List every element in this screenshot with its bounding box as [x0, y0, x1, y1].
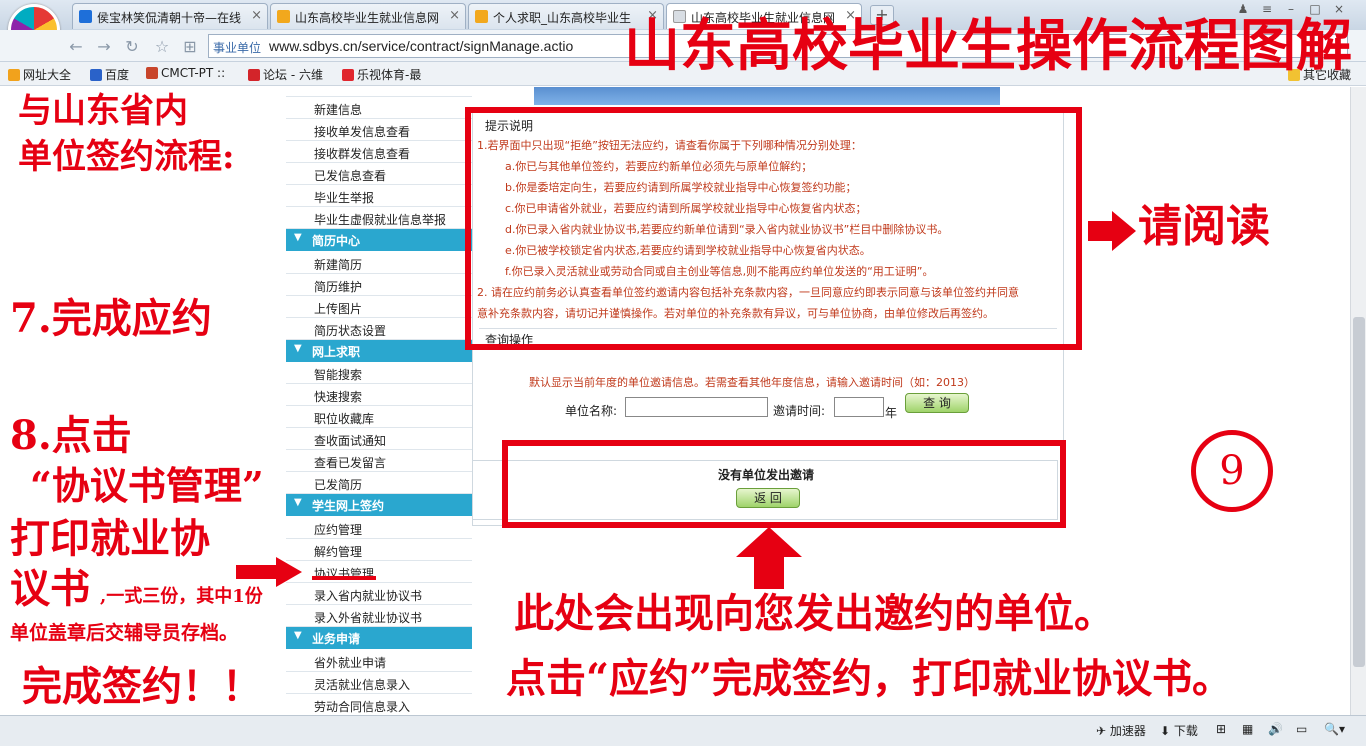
menu-item[interactable]: 录入外省就业协议书 [286, 605, 472, 627]
menu-item[interactable]: 毕业生举报 [286, 185, 472, 207]
zoom-icon[interactable]: 🔍▾ [1324, 722, 1345, 736]
rocket-icon: ✈ [1096, 724, 1107, 738]
bookmark-item[interactable]: 乐视体育-最 [342, 66, 421, 83]
download-button[interactable]: ⬇ 下载 [1160, 722, 1198, 739]
menu-item-partial [286, 87, 472, 97]
site-icon [146, 67, 158, 79]
menu-item[interactable]: 接收群发信息查看 [286, 141, 472, 163]
paw-icon [90, 69, 102, 81]
sidebar-menu: 新建信息 接收单发信息查看 接收群发信息查看 已发信息查看 毕业生举报 毕业生虚… [286, 87, 472, 715]
annotation-step-7: 7.完成应约 [10, 295, 212, 342]
download-icon: ⬇ [1160, 724, 1171, 738]
result-highlight-box [502, 440, 1066, 528]
menu-head-jobs[interactable]: 网上求职 [286, 340, 472, 362]
notice-highlight-box [465, 107, 1082, 350]
menu-head-resume[interactable]: 简历中心 [286, 229, 472, 251]
page-icon [475, 10, 488, 23]
video-icon [79, 10, 92, 23]
menu-item[interactable]: 智能搜索 [286, 362, 472, 384]
menu-item[interactable]: 录入省内就业协议书 [286, 583, 472, 605]
apps-grid-icon[interactable]: ⊞ [180, 37, 200, 57]
tab-label: 个人求职_山东高校毕业生 [493, 11, 632, 25]
underline-mark [312, 576, 376, 580]
menu-item[interactable]: 上传图片 [286, 296, 472, 318]
annotation-print-1: 打印就业协 [10, 515, 210, 562]
menu-head-business[interactable]: 业务申请 [286, 627, 472, 649]
menu-item[interactable]: 毕业生虚假就业信息举报 [286, 207, 472, 229]
back-icon[interactable]: ← [66, 37, 86, 57]
accelerator-button[interactable]: ✈ 加速器 [1096, 722, 1146, 739]
annotation-left-title-2: 单位签约流程: [18, 137, 235, 177]
annotation-print-2: 议书 [10, 565, 90, 612]
menu-item[interactable]: 已发信息查看 [286, 163, 472, 185]
page-content: 新建信息 接收单发信息查看 接收群发信息查看 已发信息查看 毕业生举报 毕业生虚… [0, 87, 1350, 715]
close-icon[interactable]: × [449, 8, 460, 23]
menu-item[interactable]: 解约管理 [286, 539, 472, 561]
menu-head-sign[interactable]: 学生网上签约 [286, 494, 472, 516]
invite-time-input[interactable] [834, 397, 884, 417]
unit-name-label: 单位名称: [565, 404, 618, 418]
sports-icon [342, 69, 354, 81]
tab-2[interactable]: 山东高校毕业生就业信息网 × [270, 3, 466, 29]
forward-icon[interactable]: → [94, 37, 114, 57]
annotation-banner-title: 山东高校毕业生操作流程图解 [624, 13, 1352, 79]
tab-1[interactable]: 侯宝林笑侃清朝十帝—在线 × [72, 3, 268, 29]
menu-item[interactable]: 简历维护 [286, 274, 472, 296]
menu-item[interactable]: 职位收藏库 [286, 406, 472, 428]
tab-label: 山东高校毕业生就业信息网 [295, 11, 440, 25]
menu-item[interactable]: 省外就业申请 [286, 650, 472, 672]
step-9-circle: 9 [1191, 430, 1273, 512]
menu-item[interactable]: 快速搜索 [286, 384, 472, 406]
menu-item[interactable]: 新建信息 [286, 97, 472, 119]
annotation-done: 完成签约！！ [22, 663, 262, 710]
year-label: 年 [885, 406, 898, 420]
address-zone-label: 事业单位 [213, 41, 262, 55]
annotation-read: 请阅读 [1138, 201, 1270, 252]
menu-item[interactable]: 新建简历 [286, 252, 472, 274]
bookmark-item[interactable]: 论坛 - 六维 [248, 66, 323, 83]
menu-item[interactable]: 简历状态设置 [286, 318, 472, 340]
unit-name-input[interactable] [625, 397, 768, 417]
menu-item[interactable]: 接收单发信息查看 [286, 119, 472, 141]
site-icon [248, 69, 260, 81]
bookmark-item[interactable]: 网址大全 [8, 66, 71, 83]
bookmark-icon [8, 69, 20, 81]
bookmark-item[interactable]: CMCT-PT :: [146, 66, 225, 80]
window-icon[interactable]: ▭ [1296, 722, 1307, 736]
close-icon[interactable]: × [251, 8, 262, 23]
tab-label: 侯宝林笑侃清朝十帝—在线 [97, 11, 242, 25]
annotation-copies: ,一式三份，其中1份 [100, 586, 263, 607]
arrow-up-icon [736, 527, 802, 589]
annotation-stamp: 单位盖章后交辅导员存档。 [10, 622, 239, 644]
arrow-right-icon [236, 557, 302, 587]
menu-item[interactable]: 灵活就业信息录入 [286, 672, 472, 694]
vertical-scrollbar[interactable] [1350, 87, 1366, 715]
volume-icon[interactable]: 🔊 [1268, 722, 1283, 736]
annotation-agreement-manage: “协议书管理” [30, 463, 264, 508]
tile-icon[interactable]: ▦ [1242, 722, 1253, 736]
bookmark-item[interactable]: 百度 [90, 66, 129, 83]
menu-item[interactable]: 应约管理 [286, 517, 472, 539]
scroll-thumb[interactable] [1353, 317, 1365, 667]
search-button[interactable]: 查 询 [905, 393, 969, 413]
menu-item[interactable]: 查看已发留言 [286, 450, 472, 472]
menu-item[interactable]: 劳动合同信息录入 [286, 694, 472, 715]
menu-item[interactable]: 查收面试通知 [286, 428, 472, 450]
banner-image [534, 87, 1000, 105]
query-hint: 默认显示当前年度的单位邀请信息。若需查看其他年度信息，请输入邀请时间（如：201… [529, 376, 975, 389]
annotation-left-title-1: 与山东省内 [18, 91, 188, 131]
arrow-right-icon [1088, 211, 1136, 251]
status-bar: ✈ 加速器 ⬇ 下载 ⊞ ▦ 🔊 ▭ 🔍▾ [0, 715, 1366, 746]
favorite-star-icon[interactable]: ☆ [152, 37, 172, 57]
page-icon [277, 10, 290, 23]
menu-item[interactable]: 已发简历 [286, 472, 472, 494]
annotation-click: 点击“应约”完成签约，打印就业协议书。 [506, 655, 1233, 702]
annotation-step-8: 8.点击 [10, 412, 132, 459]
invite-time-label: 邀请时间: [773, 404, 826, 418]
address-url[interactable]: www.sdbys.cn/service/contract/signManage… [269, 38, 573, 54]
screenshot-icon[interactable]: ⊞ [1216, 722, 1226, 736]
refresh-icon[interactable]: ↻ [122, 37, 142, 57]
annotation-appear: 此处会出现向您发出邀约的单位。 [514, 590, 1114, 637]
